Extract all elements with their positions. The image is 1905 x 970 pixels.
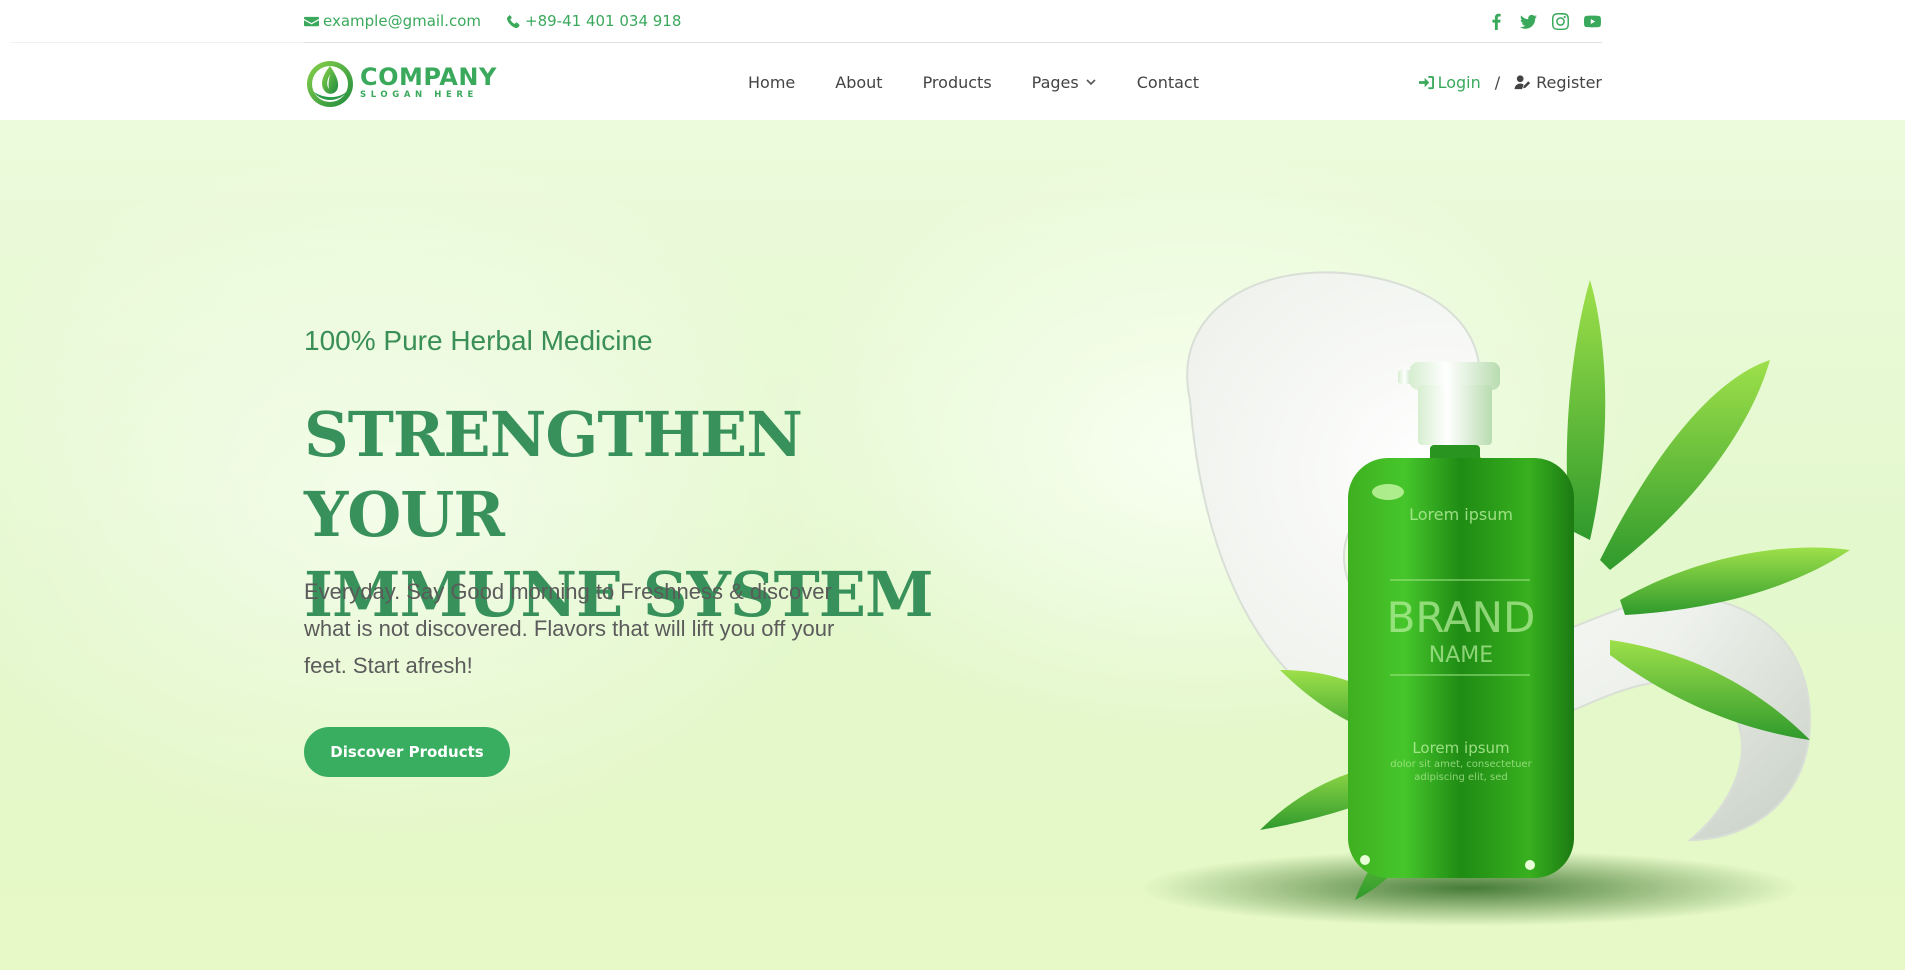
nav-item-about[interactable]: About bbox=[835, 73, 882, 92]
twitter-icon bbox=[1519, 14, 1537, 29]
header-divider-left bbox=[10, 42, 304, 43]
register-link[interactable]: Register bbox=[1514, 73, 1602, 92]
hero-description: Everyday. Say Good morning to Freshness … bbox=[304, 579, 835, 678]
top-bar: example@gmail.com +89-41 401 034 918 bbox=[304, 0, 1602, 43]
instagram-link[interactable] bbox=[1550, 11, 1570, 31]
nav-item-contact[interactable]: Contact bbox=[1137, 73, 1199, 92]
contact-info: example@gmail.com +89-41 401 034 918 bbox=[304, 12, 706, 30]
login-link[interactable]: Login bbox=[1418, 72, 1481, 92]
email-link[interactable]: example@gmail.com bbox=[304, 12, 481, 30]
bottle-small-text-1: dolor sit amet, consectetuer bbox=[1390, 759, 1532, 770]
phone-text: +89-41 401 034 918 bbox=[525, 12, 682, 30]
sign-in-icon bbox=[1418, 75, 1434, 89]
hero-section: 100% Pure Herbal Medicine STRENGTHEN YOU… bbox=[0, 120, 1905, 970]
hero-kicker: 100% Pure Herbal Medicine bbox=[304, 325, 653, 356]
leaf-drop-logo-icon bbox=[307, 61, 353, 107]
bottle-top-label: Lorem ipsum bbox=[1409, 505, 1513, 524]
product-illustration: Lorem ipsum BRAND NAME Lorem ipsum dolor… bbox=[1140, 271, 1850, 926]
bottle-name: NAME bbox=[1429, 643, 1493, 668]
company-name: COMPANY bbox=[360, 62, 497, 91]
nav-item-pages[interactable]: Pages bbox=[1032, 73, 1097, 92]
phone-icon bbox=[507, 14, 520, 28]
twitter-link[interactable] bbox=[1518, 11, 1538, 31]
email-text: example@gmail.com bbox=[323, 12, 482, 30]
company-logo[interactable]: COMPANY SLOGAN HERE bbox=[304, 54, 504, 110]
nav-item-pages-label: Pages bbox=[1031, 72, 1079, 92]
register-label: Register bbox=[1536, 72, 1602, 92]
login-label: Login bbox=[1437, 72, 1481, 92]
phone-link[interactable]: +89-41 401 034 918 bbox=[506, 12, 681, 30]
nav-item-products[interactable]: Products bbox=[923, 73, 992, 92]
facebook-link[interactable] bbox=[1486, 11, 1506, 31]
facebook-icon bbox=[1491, 13, 1501, 30]
discover-products-button[interactable]: Discover Products bbox=[304, 727, 510, 777]
hero-title-line-1: STRENGTHEN YOUR bbox=[304, 398, 803, 551]
main-navbar: COMPANY SLOGAN HERE Home About Products … bbox=[304, 44, 1602, 120]
nav-menu: Home About Products Pages Contact bbox=[748, 73, 1239, 92]
youtube-link[interactable] bbox=[1582, 11, 1602, 31]
auth-links: Login / Register bbox=[1418, 72, 1602, 92]
bottle-small-text-2: adipiscing elit, sed bbox=[1414, 772, 1507, 783]
user-edit-icon bbox=[1514, 74, 1531, 89]
nav-item-home[interactable]: Home bbox=[748, 73, 795, 92]
youtube-icon bbox=[1583, 15, 1601, 27]
chevron-down-icon bbox=[1086, 79, 1096, 86]
social-links bbox=[1474, 11, 1602, 31]
company-slogan: SLOGAN HERE bbox=[360, 89, 478, 100]
bottle-bottom-label: Lorem ipsum bbox=[1412, 739, 1509, 757]
envelope-icon bbox=[304, 16, 319, 26]
logo-text: COMPANY SLOGAN HERE bbox=[360, 65, 497, 100]
instagram-icon bbox=[1551, 12, 1569, 30]
bottle-brand: BRAND bbox=[1387, 593, 1536, 642]
auth-separator: / bbox=[1494, 72, 1501, 92]
